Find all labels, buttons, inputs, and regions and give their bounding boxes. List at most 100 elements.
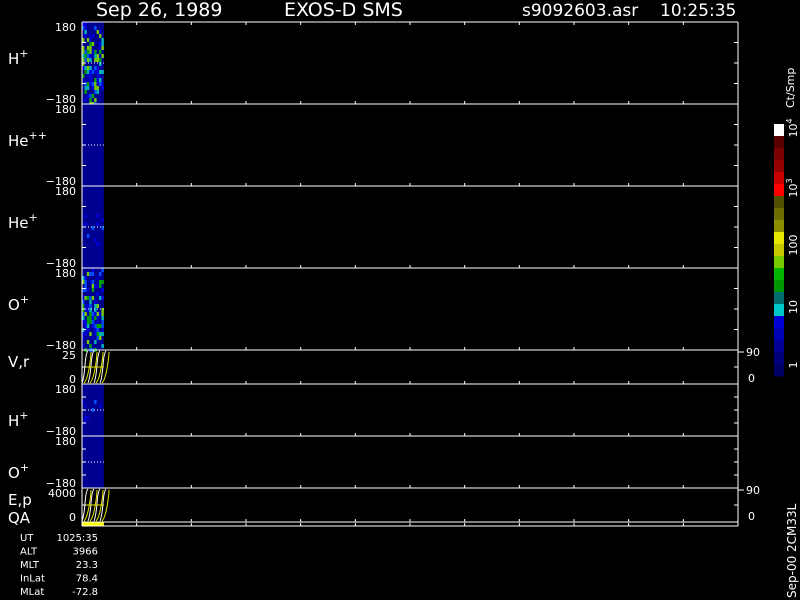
spectrogram-cell: [86, 328, 90, 332]
panel-label-species: He: [8, 214, 29, 232]
spectrogram-cell: [96, 58, 100, 62]
spectrogram-cell: [96, 328, 100, 332]
spectrogram-cell: [84, 222, 87, 226]
spectrogram-cell: [89, 94, 92, 98]
spectrogram-cell: [89, 70, 92, 74]
spectrogram-cell: [99, 42, 102, 46]
spectrogram-cell: [101, 70, 104, 74]
spectrogram-cell: [89, 300, 92, 304]
spectrogram-cell: [101, 296, 104, 300]
panel-label-charge: ++: [29, 129, 47, 142]
spectrogram-cell: [96, 312, 100, 316]
spectrogram-cell: [84, 90, 87, 94]
colorbar-segment: [774, 208, 784, 221]
spectrogram-cell: [99, 284, 102, 288]
spectrogram-cell: [84, 304, 87, 308]
spectrogram-cell: [84, 78, 87, 82]
spectrogram-cell: [86, 304, 90, 308]
spectrogram-cell: [86, 58, 90, 62]
colorbar-segment: [774, 172, 784, 185]
spectrogram-cell: [99, 78, 102, 82]
spectrogram-cell: [101, 320, 104, 324]
spectrogram-cell: [86, 320, 90, 324]
panel-label-charge: +: [29, 211, 38, 224]
spectrogram-cell: [96, 54, 100, 58]
spectrogram-cell: [96, 90, 100, 94]
panel-label-species: O: [8, 464, 20, 482]
sms-summary-plot: Sep 26, 1989 EXOS-D SMS s9092603.asr 10:…: [8, 0, 800, 598]
spectrogram-cell: [86, 46, 90, 50]
spectrogram-cell: [101, 42, 104, 46]
spectrogram-cell: [99, 296, 102, 300]
spectrogram-cell: [89, 78, 92, 82]
orbit-value: 3966: [73, 547, 98, 558]
panel-label-species: V,r: [8, 353, 30, 371]
colorbar-segment: [774, 160, 784, 173]
spectrogram-cell: [89, 316, 92, 320]
spectrogram-cell: [86, 54, 90, 58]
spectrogram-cell: [96, 82, 100, 86]
spectrogram-cell: [99, 312, 102, 316]
spectrogram-cell: [84, 296, 87, 300]
spectrogram-cell: [101, 38, 104, 42]
spectrogram-cell: [86, 66, 90, 70]
colorbar-tick-exponent: 3: [785, 178, 794, 183]
y-tick-label-top: 180: [55, 435, 76, 448]
colorbar-tick-label: 100: [787, 235, 800, 256]
spectrogram-cell: [86, 416, 90, 420]
spectrogram-cell: [99, 34, 102, 38]
colorbar-segment: [774, 364, 784, 377]
spectrogram-cell: [101, 324, 104, 328]
spectrogram-cell: [84, 324, 87, 328]
spectrogram-cell: [91, 226, 95, 230]
spectrogram-cell: [86, 340, 90, 344]
colorbar-tick-label: 104: [785, 118, 800, 137]
spectrogram-cell: [99, 46, 102, 50]
spectrogram-cell: [89, 66, 92, 70]
y-tick-label-top: 180: [55, 267, 76, 280]
panel-label-species: He: [8, 132, 29, 150]
spectrogram-cell: [101, 288, 104, 292]
spectrogram-cell: [99, 54, 102, 58]
colorbar-tick-base: 10: [787, 124, 800, 138]
orbit-label: UT: [20, 533, 34, 544]
panel-label-charge: +: [19, 409, 28, 422]
spectrogram-cell: [96, 336, 100, 340]
right-tick-label-top: 90: [746, 484, 760, 497]
spectrogram-cell: [96, 222, 100, 226]
spectrogram-cell: [96, 74, 100, 78]
spectrogram-cell: [99, 404, 102, 408]
spectrogram-cell: [96, 30, 100, 34]
spectrogram-cell: [91, 296, 95, 300]
colorbar-segment: [774, 340, 784, 353]
orbit-value: -72.8: [72, 587, 98, 598]
spectrogram-cell: [89, 332, 92, 336]
colorbar-segment: [774, 232, 784, 245]
spectrogram-cell: [99, 82, 102, 86]
colorbar-segment: [774, 256, 784, 269]
plot-file: s9092603.asr: [522, 1, 638, 21]
colorbar-segment: [774, 316, 784, 329]
spectrogram-cell: [99, 58, 102, 62]
panel-label: QA: [8, 509, 31, 527]
plot-time: 10:25:35: [660, 1, 736, 21]
spectrogram-cell: [94, 54, 97, 58]
spectrogram-cell: [94, 66, 97, 70]
spectrogram-cell: [96, 324, 100, 328]
spectrogram-cell: [94, 98, 97, 102]
spectrogram-cell: [86, 316, 90, 320]
spectrogram-cell: [96, 284, 100, 288]
spectrogram-cell: [84, 26, 87, 30]
spectrogram-cell: [96, 332, 100, 336]
spectrogram-cell: [84, 34, 87, 38]
spectrogram-cell: [86, 38, 90, 42]
spectrogram-cell: [101, 312, 104, 316]
panel-0: 180−180H+: [8, 21, 739, 106]
panel-label-species: H: [8, 50, 19, 68]
spectrogram-cell: [94, 324, 97, 328]
panel-label-species: QA: [8, 509, 31, 527]
spectrogram-cell: [84, 86, 87, 90]
right-tick-label-bottom: 0: [748, 510, 755, 523]
spectrogram-cell: [86, 50, 90, 54]
orbit-label: MLat: [20, 587, 44, 598]
